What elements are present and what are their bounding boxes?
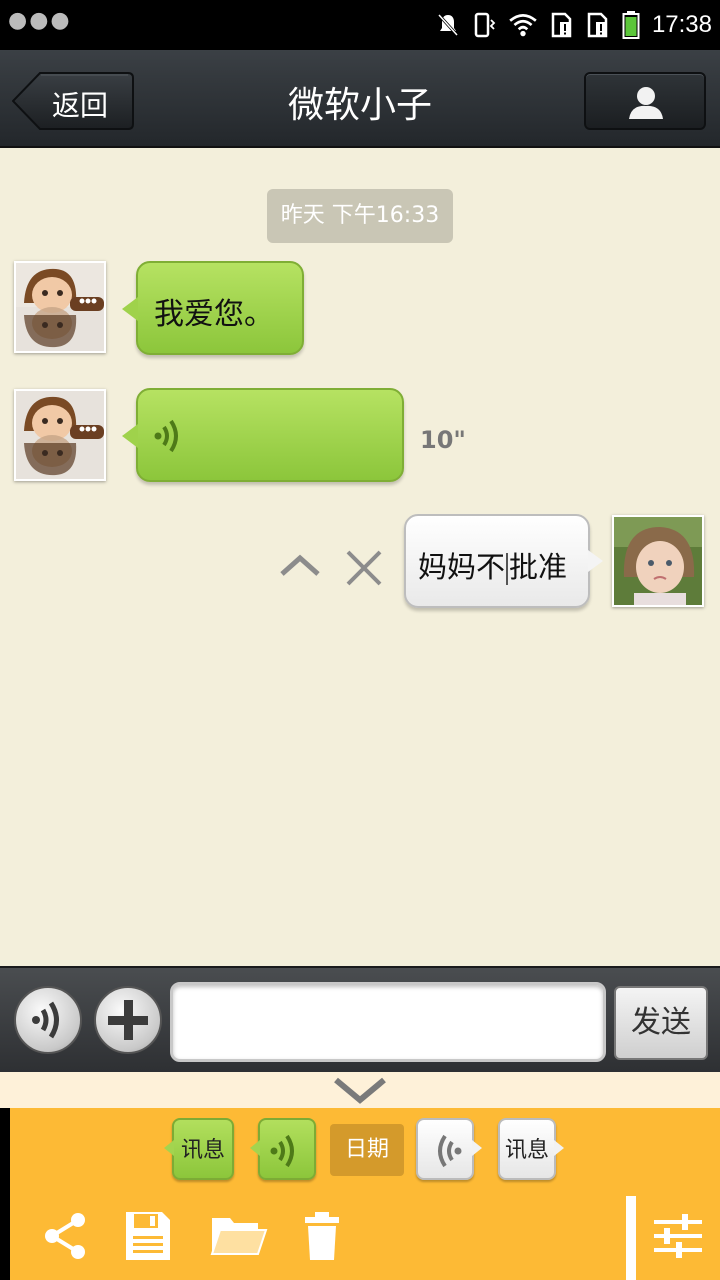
add-button[interactable]: [94, 986, 162, 1054]
status-icons: 17:38: [436, 8, 712, 42]
profile-button[interactable]: [584, 72, 706, 130]
message-input[interactable]: [170, 982, 606, 1062]
voice-wave-icon: [438, 1134, 462, 1168]
collapse-strip[interactable]: [0, 1072, 720, 1108]
voice-wave-icon: [154, 419, 178, 453]
title-bar: 返回 微软小子: [0, 50, 720, 148]
message-text-before-cursor: 妈妈不: [418, 550, 506, 584]
muted-bell-icon: [437, 13, 459, 37]
message-text-editing[interactable]: 妈妈不 批准: [418, 544, 567, 586]
send-button[interactable]: 发送: [614, 986, 708, 1060]
voice-wave-icon: [270, 1134, 294, 1168]
chevron-up-icon[interactable]: [278, 550, 322, 580]
battery-icon: [622, 11, 640, 39]
share-icon[interactable]: [38, 1206, 98, 1266]
clock: 17:38: [651, 11, 712, 38]
chip-voice-sent[interactable]: [416, 1118, 482, 1180]
wifi-icon: [509, 14, 537, 37]
sim-alert-icon: [551, 12, 572, 38]
text-cursor: [506, 553, 509, 585]
message-bubble-received[interactable]: 我爱您。: [122, 261, 304, 355]
boy-photo: [16, 391, 104, 479]
vibrate-icon: [474, 12, 496, 38]
avatar-boy[interactable]: [14, 389, 106, 481]
chip-voice[interactable]: [250, 1118, 316, 1180]
message-text: 我爱您。: [154, 297, 274, 332]
folder-icon[interactable]: [208, 1206, 268, 1266]
person-icon: [629, 87, 663, 119]
chevron-down-icon[interactable]: [332, 1074, 388, 1106]
voice-input-button[interactable]: [14, 986, 82, 1054]
chat-area[interactable]: 昨天 下午16:33 我爱您。 10" 妈妈不 批准: [0, 148, 720, 966]
plus-icon: [108, 1000, 148, 1040]
chip-date[interactable]: 日期: [330, 1124, 404, 1176]
boy-photo: [16, 263, 104, 351]
chip-message-received[interactable]: 讯息: [164, 1118, 234, 1180]
more-dots-icon: ●●●: [8, 8, 72, 33]
timestamp: 昨天 下午16:33: [267, 189, 453, 243]
action-panel: 讯息 日期 讯息: [10, 1108, 720, 1280]
voice-icon: [32, 1001, 59, 1039]
input-bar: 发送: [0, 966, 720, 1072]
voice-message-bubble[interactable]: [122, 388, 404, 482]
message-text-after-cursor: 批准: [509, 550, 568, 584]
save-icon[interactable]: [118, 1206, 178, 1266]
settings-sliders-icon[interactable]: [648, 1206, 708, 1266]
status-bar: ●●● 17:38: [0, 0, 720, 50]
avatar-girl[interactable]: [612, 515, 704, 607]
voice-duration: 10": [420, 426, 466, 454]
sim-alert-icon: [587, 12, 608, 38]
message-bubble-sent[interactable]: 妈妈不 批准: [404, 514, 603, 608]
avatar-boy[interactable]: [14, 261, 106, 353]
close-icon[interactable]: [344, 548, 384, 588]
girl-photo: [614, 517, 702, 605]
trash-icon[interactable]: [294, 1206, 354, 1266]
chip-message-sent[interactable]: 讯息: [498, 1118, 564, 1180]
panel-divider: [626, 1196, 636, 1280]
